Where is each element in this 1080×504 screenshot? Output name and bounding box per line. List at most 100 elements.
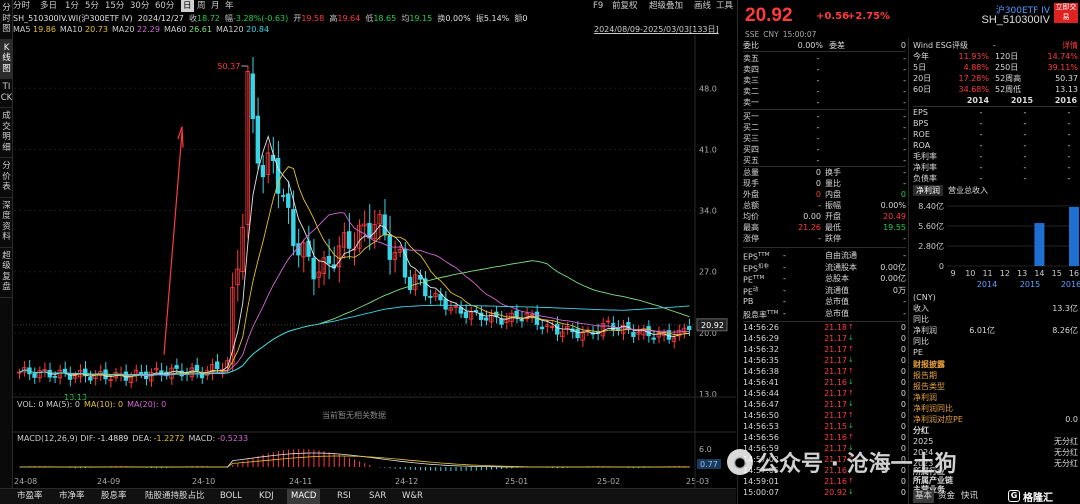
- price-tick-label: 41.0: [699, 145, 717, 154]
- report-title: 财报披露: [913, 360, 945, 369]
- price-change: +0.56: [816, 11, 850, 22]
- revenue-row: PE: [913, 347, 1078, 358]
- tick-row: 14:56:44 21.17 ↑ 0: [743, 388, 906, 399]
- macd-label: MACD:: [189, 434, 216, 443]
- indicator-tab-6[interactable]: MACD: [287, 489, 321, 504]
- indicator-tab-2[interactable]: 股息率: [97, 489, 131, 504]
- order-ratio-label: 委比: [743, 41, 759, 50]
- tick-row: 14:56:38 21.17 ↑ 0: [743, 366, 906, 377]
- fund-label2: 自由流通: [825, 251, 857, 260]
- tab-total-revenue[interactable]: 营业总收入: [948, 185, 988, 196]
- candle-body: [651, 337, 656, 340]
- macd-legend: MACD(12,26,9) DIF: -1.4889 DEA: -1.2272 MACD…: [17, 434, 248, 443]
- tick-volume: 0: [900, 367, 906, 376]
- metric-value: -: [1067, 163, 1071, 172]
- ask-volume: -: [903, 65, 906, 74]
- perf-value: 50.37: [1055, 74, 1078, 83]
- indicator-tab-7[interactable]: RSI: [333, 489, 355, 504]
- esg-detail-link[interactable]: 详情: [1053, 40, 1078, 51]
- kline-chart[interactable]: 48.041.034.027.020.013.024-08 24-09 24-10 2…: [0, 0, 736, 488]
- candle-body: [174, 365, 179, 369]
- tick-time: 14:56:26: [743, 323, 779, 332]
- revenue-y-tick: 8.40亿: [918, 201, 944, 211]
- stat-label: 现手: [743, 179, 759, 188]
- candle-body: [519, 319, 524, 322]
- bid-volume: -: [903, 123, 906, 132]
- indicator-tab-3[interactable]: 陆股通持股占比: [141, 489, 209, 504]
- bid-volume: -: [903, 112, 906, 121]
- metric-value: -: [1023, 174, 1027, 183]
- tick-volume: 0: [900, 433, 906, 442]
- arrow-up-icon: ↑: [848, 433, 854, 441]
- performance-row: 20日 17.28% 52周高 50.37: [913, 73, 1078, 84]
- revenue-x-tick: 11: [982, 269, 992, 278]
- revenue-x-tick: 12: [1000, 269, 1010, 278]
- indicator-tab-8[interactable]: SAR: [365, 489, 390, 504]
- logo-icon: G: [1008, 490, 1020, 502]
- perf-label: 120日: [995, 52, 1019, 61]
- status-item: SSE: [745, 30, 760, 39]
- perf-value: 39.11%: [1047, 63, 1078, 72]
- tick-volume: 0: [900, 356, 906, 365]
- panel-tab-0[interactable]: 基本: [913, 490, 935, 503]
- year-label: 2016: [1054, 96, 1078, 105]
- trade-now-button[interactable]: 立即交易: [1054, 3, 1078, 23]
- stat-value: 0.00%: [880, 201, 906, 210]
- indicator-tab-0[interactable]: 市盈率: [13, 489, 47, 504]
- fund-label-sup: TTM: [767, 309, 779, 316]
- date-tick-label: 24-11: [289, 477, 312, 486]
- macd-dea-label: DEA:: [132, 434, 151, 443]
- tick-time: 14:56:53: [743, 422, 779, 431]
- stat-label: 最低: [825, 223, 841, 232]
- indicator-tab-1[interactable]: 市净率: [55, 489, 89, 504]
- candle-body: [575, 328, 580, 339]
- current-price-value: 20.92: [701, 321, 724, 330]
- revenue-row-label: PE: [913, 348, 923, 357]
- tick-row: 14:56:56 21.16 ↑ 0: [743, 432, 906, 443]
- tick-price: 21.17: [824, 400, 847, 409]
- tick-volume: 0: [900, 422, 906, 431]
- revenue-x-tick: 10: [965, 269, 975, 278]
- perf-label: 52周高: [995, 74, 1022, 83]
- tick-time: 14:56:56: [743, 433, 779, 442]
- tab-net-profit[interactable]: 净利润: [913, 185, 943, 196]
- revenue-y-tick: 2.80亿: [918, 241, 944, 251]
- metric-row: 毛利率 - - -: [913, 151, 1078, 162]
- indicator-tab-4[interactable]: BOLL: [216, 489, 246, 504]
- candle-body: [215, 361, 220, 370]
- fund-value: -: [783, 251, 786, 260]
- perf-label: 60日: [913, 85, 932, 94]
- fund-value: -: [783, 262, 786, 272]
- fund-label-sup: TTM: [757, 252, 770, 258]
- stat-label: 最高: [743, 223, 759, 232]
- stat-row: 均价 0.00 开盘 20.49: [743, 211, 906, 222]
- revenue-2016-value: 8.26亿: [1052, 326, 1078, 335]
- metric-value: -: [979, 108, 983, 117]
- metric-value: -: [979, 174, 983, 183]
- stat-value: 0: [900, 190, 906, 199]
- revenue-x-tick: 14: [1034, 269, 1044, 278]
- stat-label: 总额: [743, 201, 759, 210]
- report-item: 净利润对应PE: [913, 415, 963, 424]
- revenue-row: 净利润 6.01亿 8.26亿: [913, 325, 1078, 336]
- bid-volume: -: [903, 145, 906, 154]
- report-item: 净利润同比: [913, 404, 953, 413]
- report-header: 财报披露: [913, 359, 1078, 370]
- revenue-bar: [1034, 223, 1045, 266]
- quote-panel: 20.92 +0.56 +2.75% 沪300ETF IV SH_510300I…: [737, 0, 1080, 504]
- indicator-tab-5[interactable]: KDJ: [255, 489, 278, 504]
- tick-volume: 0: [900, 488, 906, 497]
- panel-tab-2[interactable]: 快讯: [959, 490, 980, 503]
- stat-label: 振幅: [825, 201, 841, 210]
- bid-price: -: [816, 156, 820, 165]
- candle-body: [311, 257, 316, 280]
- fund-value2: 0.00亿: [880, 274, 906, 283]
- arrow-up-icon: ↑: [848, 389, 854, 397]
- panel-tab-1[interactable]: 资金: [936, 490, 957, 503]
- indicator-tab-9[interactable]: W&R: [398, 489, 427, 504]
- fund-row: PE动 - 流通值 0万: [743, 285, 906, 297]
- date-tick-label: 24-12: [395, 477, 418, 486]
- tick-volume: 0: [900, 345, 906, 354]
- fund-row: PETTM - 总股本 0.00亿: [743, 273, 906, 285]
- tick-row: 14:56:35 21.17 ↓ 0: [743, 355, 906, 366]
